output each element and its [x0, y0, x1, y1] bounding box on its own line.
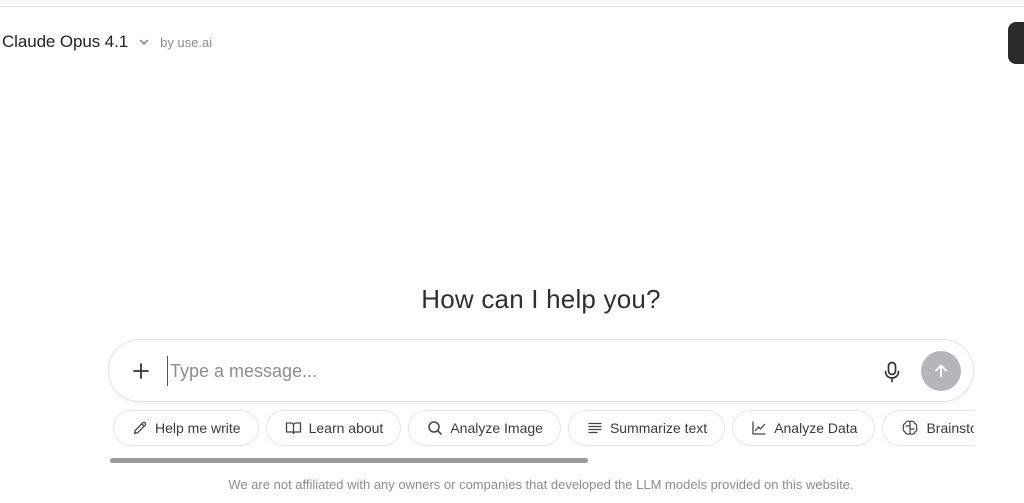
provider-text: by use.ai: [160, 34, 213, 50]
chip-analyze-data[interactable]: Analyze Data: [732, 410, 876, 446]
model-name[interactable]: Claude Opus 4.1: [0, 32, 128, 52]
model-header: Claude Opus 4.1 by use.ai: [0, 28, 212, 56]
pencil-icon: [133, 421, 147, 435]
chip-summarize-text[interactable]: Summarize text: [567, 410, 726, 446]
chip-label: Learn about: [308, 420, 384, 436]
chip-learn-about[interactable]: Learn about: [265, 410, 402, 446]
chip-label: Brainstorm: [926, 420, 974, 436]
chip-help-me-write[interactable]: Help me write: [113, 410, 259, 446]
top-border: [0, 0, 1024, 7]
chip-label: Summarize text: [609, 420, 708, 436]
book-icon: [285, 422, 301, 435]
scrollbar-thumb[interactable]: [110, 458, 588, 463]
disclaimer-text: We are not affiliated with any owners or…: [228, 477, 854, 492]
greeting-heading: How can I help you?: [421, 284, 661, 314]
microphone-icon[interactable]: [879, 359, 905, 385]
side-panel-tab[interactable]: [1008, 22, 1024, 64]
message-composer: [108, 339, 974, 402]
arrow-up-icon: [935, 364, 947, 378]
send-button[interactable]: [921, 351, 961, 391]
line-chart-icon: [752, 421, 766, 435]
chevron-down-icon[interactable]: [136, 34, 152, 50]
suggestion-chips: Help me write Learn about Analyze Image …: [110, 410, 974, 448]
lines-icon: [588, 422, 602, 434]
chip-label: Help me write: [155, 420, 241, 436]
chip-brainstorm[interactable]: Brainstorm: [882, 410, 974, 446]
brain-icon: [902, 420, 919, 435]
chips-scrollbar[interactable]: [110, 458, 974, 463]
plus-icon[interactable]: [129, 359, 153, 383]
message-input[interactable]: [167, 356, 857, 386]
chip-label: Analyze Image: [450, 420, 543, 436]
chip-label: Analyze Data: [774, 420, 858, 436]
chip-analyze-image[interactable]: Analyze Image: [408, 410, 561, 446]
magnify-icon: [428, 421, 443, 435]
